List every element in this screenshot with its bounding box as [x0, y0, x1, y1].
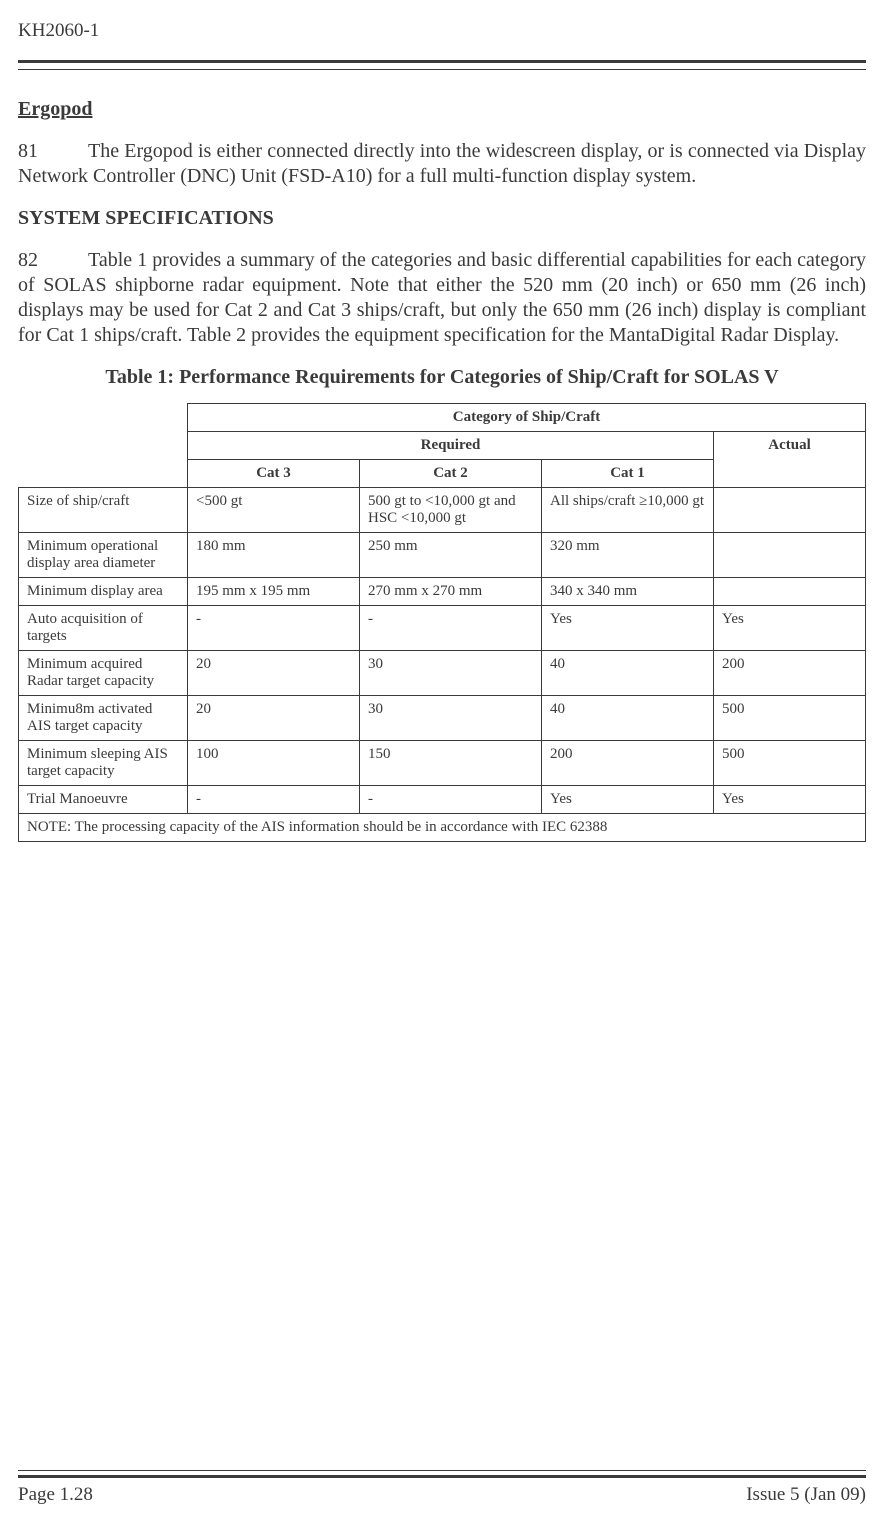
row-actual: [714, 578, 866, 606]
row-cat1: Yes: [542, 786, 714, 814]
row-cat2: 30: [360, 651, 542, 696]
footer-rule-thick: [18, 1475, 866, 1478]
table-row: Minimum acquired Radar target capacity 2…: [19, 651, 866, 696]
paragraph-text: The Ergopod is either connected directly…: [18, 140, 866, 187]
table-row: Minimum display area 195 mm x 195 mm 270…: [19, 578, 866, 606]
row-label: Minimum sleeping AIS target capacity: [19, 741, 188, 786]
row-cat3: 20: [188, 651, 360, 696]
row-cat2: -: [360, 786, 542, 814]
row-cat1: All ships/craft ≥10,000 gt: [542, 488, 714, 533]
row-actual: Yes: [714, 606, 866, 651]
table-corner-empty: [19, 404, 188, 488]
table-row: Minimum sleeping AIS target capacity 100…: [19, 741, 866, 786]
page-number: Page 1.28: [18, 1484, 93, 1506]
row-cat3: 20: [188, 696, 360, 741]
table-group-header: Category of Ship/Craft: [188, 404, 866, 432]
row-label: Minimum operational display area diamete…: [19, 533, 188, 578]
row-cat1: 340 x 340 mm: [542, 578, 714, 606]
row-actual: 500: [714, 741, 866, 786]
row-cat1: 40: [542, 696, 714, 741]
table-caption: Table 1: Performance Requirements for Ca…: [18, 366, 866, 389]
row-cat3: -: [188, 606, 360, 651]
row-cat3: 100: [188, 741, 360, 786]
table-col-cat3: Cat 3: [188, 460, 360, 488]
row-cat1: Yes: [542, 606, 714, 651]
row-cat1: 320 mm: [542, 533, 714, 578]
header-rule-thin: [18, 69, 866, 70]
table-subheader-required: Required: [188, 432, 714, 460]
table-row: Size of ship/craft <500 gt 500 gt to <10…: [19, 488, 866, 533]
paragraph-81: 81The Ergopod is either connected direct…: [18, 139, 866, 189]
table-row: Auto acquisition of targets - - Yes Yes: [19, 606, 866, 651]
row-actual: [714, 533, 866, 578]
row-label: Minimu8m activated AIS target capacity: [19, 696, 188, 741]
footer-rule-thin: [18, 1470, 866, 1471]
table-col-cat2: Cat 2: [360, 460, 542, 488]
row-label: Minimum acquired Radar target capacity: [19, 651, 188, 696]
row-label: Size of ship/craft: [19, 488, 188, 533]
section-heading-specs: SYSTEM SPECIFICATIONS: [18, 207, 866, 230]
table-row: Trial Manoeuvre - - Yes Yes: [19, 786, 866, 814]
row-cat2: 500 gt to <10,000 gt and HSC <10,000 gt: [360, 488, 542, 533]
paragraph-number: 81: [18, 139, 88, 164]
row-actual: 500: [714, 696, 866, 741]
row-label: Trial Manoeuvre: [19, 786, 188, 814]
document-id: KH2060-1: [18, 20, 866, 42]
row-cat2: 250 mm: [360, 533, 542, 578]
table-note-row: NOTE: The processing capacity of the AIS…: [19, 814, 866, 842]
row-cat3: -: [188, 786, 360, 814]
row-cat3: <500 gt: [188, 488, 360, 533]
row-cat1: 40: [542, 651, 714, 696]
issue-label: Issue 5 (Jan 09): [746, 1484, 866, 1506]
row-actual: Yes: [714, 786, 866, 814]
section-title-ergopod: Ergopod: [18, 98, 866, 121]
header-rule-thick: [18, 60, 866, 63]
row-cat2: -: [360, 606, 542, 651]
table-row: Minimu8m activated AIS target capacity 2…: [19, 696, 866, 741]
row-cat2: 270 mm x 270 mm: [360, 578, 542, 606]
row-cat2: 30: [360, 696, 542, 741]
table-subheader-actual: Actual: [714, 432, 866, 488]
row-actual: 200: [714, 651, 866, 696]
requirements-table: Category of Ship/Craft Required Actual C…: [18, 403, 866, 842]
row-cat3: 195 mm x 195 mm: [188, 578, 360, 606]
row-actual: [714, 488, 866, 533]
page-footer: Page 1.28 Issue 5 (Jan 09): [18, 1470, 866, 1506]
row-cat2: 150: [360, 741, 542, 786]
paragraph-text: Table 1 provides a summary of the catego…: [18, 249, 866, 346]
table-note: NOTE: The processing capacity of the AIS…: [19, 814, 866, 842]
row-label: Auto acquisition of targets: [19, 606, 188, 651]
row-cat1: 200: [542, 741, 714, 786]
table-row: Minimum operational display area diamete…: [19, 533, 866, 578]
row-cat3: 180 mm: [188, 533, 360, 578]
table-header-row-1: Category of Ship/Craft: [19, 404, 866, 432]
paragraph-number: 82: [18, 248, 88, 273]
row-label: Minimum display area: [19, 578, 188, 606]
paragraph-82: 82Table 1 provides a summary of the cate…: [18, 248, 866, 348]
table-col-cat1: Cat 1: [542, 460, 714, 488]
page-content: KH2060-1 Ergopod 81The Ergopod is either…: [0, 0, 884, 842]
